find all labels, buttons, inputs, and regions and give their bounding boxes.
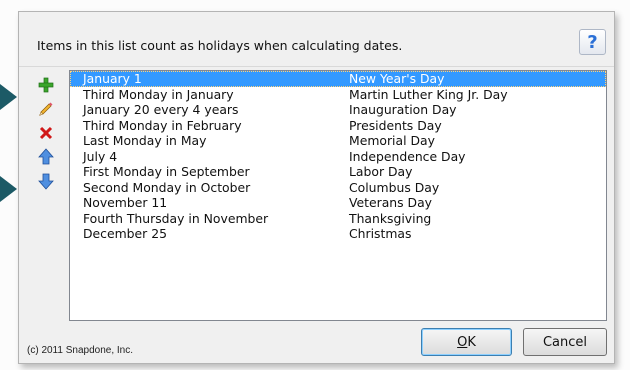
holiday-date-rule: November 11 (83, 195, 168, 210)
holiday-date-rule: Last Monday in May (83, 133, 207, 148)
list-item[interactable]: January 1 New Year's Day (70, 71, 606, 87)
edit-icon (39, 102, 53, 116)
move-down-icon (38, 173, 54, 190)
list-item[interactable]: Third Monday in February Presidents Day (70, 118, 606, 134)
annotation-arrow-move-up (0, 176, 17, 202)
holiday-name: Martin Luther King Jr. Day (349, 86, 508, 102)
holiday-name: Presidents Day (349, 117, 442, 133)
list-item[interactable]: First Monday in September Labor Day (70, 164, 606, 180)
holiday-date-rule: January 1 (83, 71, 142, 86)
move-up-icon (38, 148, 54, 165)
holiday-date-rule: December 25 (83, 226, 167, 241)
holiday-list-dialog: Items in this list count as holidays whe… (18, 11, 615, 364)
holiday-date-rule: Third Monday in February (83, 117, 242, 133)
holiday-date-rule: January 20 every 4 years (83, 102, 239, 117)
annotation-arrow-add (0, 84, 17, 110)
holiday-name: Columbus Day (349, 179, 440, 195)
help-button[interactable]: ? (579, 29, 606, 55)
holiday-name: Independence Day (349, 148, 466, 164)
move-down-button[interactable] (35, 170, 57, 192)
holiday-name: Memorial Day (349, 133, 435, 148)
holiday-listbox[interactable]: January 1 New Year's Day Third Monday in J… (69, 70, 607, 321)
holiday-date-rule: July 4 (83, 148, 118, 164)
edit-button[interactable] (35, 98, 57, 120)
ok-button-label: OK (457, 334, 476, 350)
copyright-text: (c) 2011 Snapdone, Inc. (27, 345, 133, 356)
list-item[interactable]: December 25 Christmas (70, 226, 606, 242)
list-item[interactable]: Fourth Thursday in November Thanksgiving (70, 211, 606, 227)
cancel-button-label: Cancel (542, 334, 588, 350)
holiday-date-rule: First Monday in September (83, 164, 250, 179)
list-item[interactable]: Last Monday in May Memorial Day (70, 133, 606, 149)
list-toolbar (35, 74, 57, 194)
list-item[interactable]: Third Monday in January Martin Luther Kin… (70, 87, 606, 103)
list-item[interactable]: November 11 Veterans Day (70, 195, 606, 211)
holiday-name: Christmas (349, 226, 412, 241)
delete-button[interactable] (35, 122, 57, 144)
delete-icon (39, 126, 53, 140)
list-item[interactable]: January 20 every 4 years Inauguration Day (70, 102, 606, 118)
help-icon: ? (587, 31, 598, 53)
holiday-date-rule: Second Monday in October (83, 179, 251, 195)
holiday-name: Veterans Day (349, 195, 433, 210)
holiday-name: Inauguration Day (349, 102, 457, 117)
cancel-button[interactable]: Cancel (523, 328, 607, 356)
ok-button[interactable]: OK (421, 328, 512, 356)
add-icon (38, 77, 54, 93)
holiday-name: New Year's Day (349, 71, 445, 86)
list-item[interactable]: Second Monday in October Columbus Day (70, 180, 606, 196)
holiday-date-rule: Third Monday in January (83, 86, 234, 102)
dialog-description: Items in this list count as holidays whe… (37, 38, 403, 53)
header-divider (19, 66, 614, 67)
holiday-name: Labor Day (349, 164, 413, 179)
add-button[interactable] (35, 74, 57, 96)
holiday-name: Thanksgiving (349, 210, 432, 226)
holiday-date-rule: Fourth Thursday in November (83, 210, 269, 226)
list-item[interactable]: July 4 Independence Day (70, 149, 606, 165)
move-up-button[interactable] (35, 146, 57, 168)
